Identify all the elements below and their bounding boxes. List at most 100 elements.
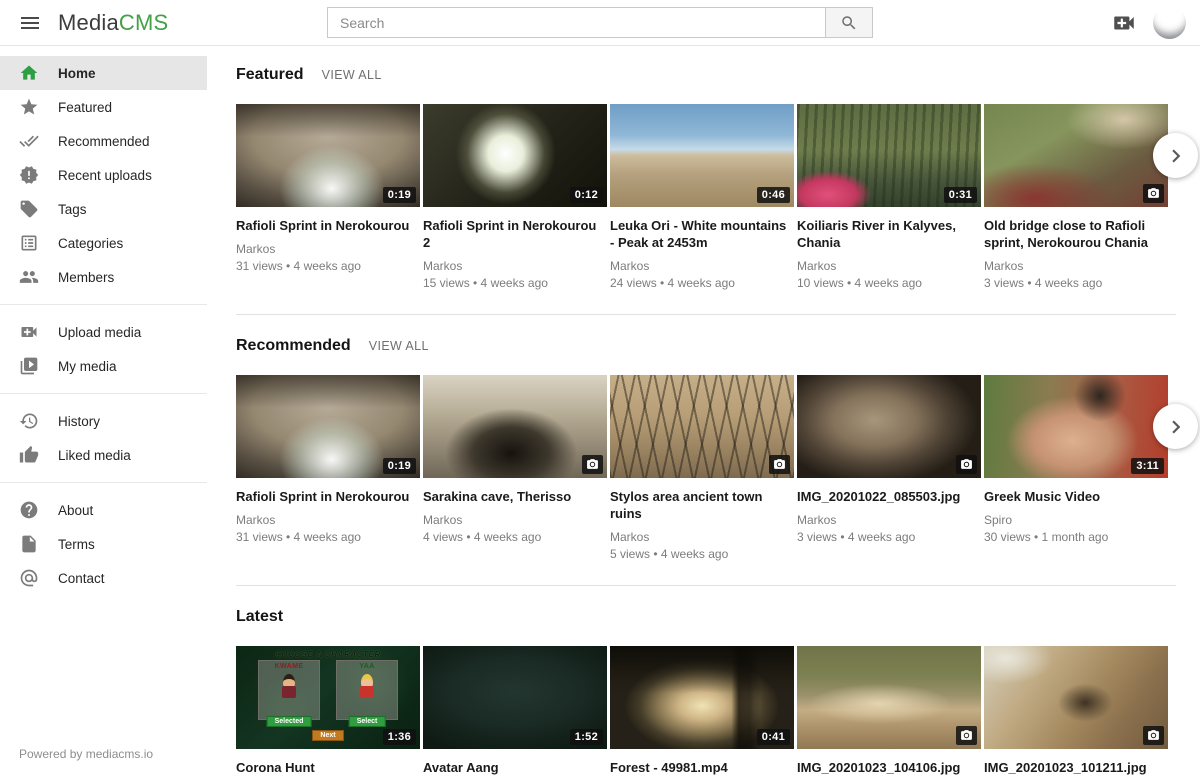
sidebar-nav: HomeFeaturedRecommended Recent uploads Tag…: [0, 56, 207, 595]
media-thumbnail[interactable]: 0:19: [236, 104, 420, 207]
media-card[interactable]: CHOOSE A CHARACTER KWAME Selected YAA Se…: [236, 646, 420, 775]
avatar[interactable]: [1153, 6, 1186, 39]
media-thumbnail[interactable]: [984, 646, 1168, 749]
powered-by-link[interactable]: Powered by mediacms.io: [19, 747, 153, 761]
carousel-next-button[interactable]: [1153, 133, 1198, 178]
media-author[interactable]: Markos: [610, 530, 794, 544]
media-card[interactable]: Sarakina cave, Therisso Markos 4 views •…: [423, 375, 607, 561]
sidebar-item-label: Liked media: [58, 448, 131, 463]
media-thumbnail[interactable]: [797, 375, 981, 478]
sidebar-item-home[interactable]: Home: [0, 56, 207, 90]
sidebar-item-label: Categories: [58, 236, 123, 251]
media-card[interactable]: IMG_20201023_101211.jpg Markos 4 views •…: [984, 646, 1168, 775]
sidebar-item-history[interactable]: History: [0, 404, 207, 438]
media-card[interactable]: Old bridge close to Rafioli sprint, Nero…: [984, 104, 1168, 290]
media-title[interactable]: Old bridge close to Rafioli sprint, Nero…: [984, 217, 1168, 251]
view-all-link[interactable]: VIEW ALL: [369, 339, 429, 353]
media-title[interactable]: IMG_20201023_101211.jpg: [984, 759, 1168, 775]
sidebar-item-label: Recent uploads: [58, 168, 152, 183]
game-character-panel: YAA Select: [336, 660, 398, 720]
media-thumbnail[interactable]: [610, 375, 794, 478]
media-title[interactable]: Sarakina cave, Therisso: [423, 488, 607, 505]
media-author[interactable]: Markos: [610, 259, 794, 273]
upload-video-icon[interactable]: [1111, 10, 1137, 36]
doc-icon: [19, 534, 41, 554]
sidebar-item-members[interactable]: Members: [0, 260, 207, 294]
media-title[interactable]: IMG_20201022_085503.jpg: [797, 488, 981, 505]
search-icon: [840, 14, 858, 32]
media-author[interactable]: Markos: [984, 259, 1168, 273]
camera-icon: [956, 726, 977, 745]
sidebar-item-recommended[interactable]: Recommended: [0, 124, 207, 158]
media-title[interactable]: Leuka Ori - White mountains - Peak at 24…: [610, 217, 794, 251]
sidebar-item-upload-media[interactable]: Upload media: [0, 315, 207, 349]
at-icon: [19, 568, 41, 588]
sidebar-item-recent-uploads[interactable]: Recent uploads: [0, 158, 207, 192]
home-icon: [19, 63, 41, 83]
media-card[interactable]: 0:19 Rafioli Sprint in Nerokourou Markos…: [236, 104, 420, 290]
media-card[interactable]: 0:12 Rafioli Sprint in Nerokourou 2 Mark…: [423, 104, 607, 290]
sidebar-item-contact[interactable]: Contact: [0, 561, 207, 595]
media-thumbnail[interactable]: CHOOSE A CHARACTER KWAME Selected YAA Se…: [236, 646, 420, 749]
media-thumbnail[interactable]: 0:46: [610, 104, 794, 207]
media-meta: 3 views • 4 weeks ago: [984, 276, 1168, 290]
view-all-link[interactable]: VIEW ALL: [322, 68, 382, 82]
search-input[interactable]: [327, 7, 825, 38]
media-card[interactable]: 1:52 Avatar Aang Dickson Jr. 12 views • …: [423, 646, 607, 775]
sidebar-item-liked-media[interactable]: Liked media: [0, 438, 207, 472]
media-meta: 31 views • 4 weeks ago: [236, 530, 420, 544]
media-thumbnail[interactable]: 3:11: [984, 375, 1168, 478]
media-card[interactable]: 0:41 Forest - 49981.mp4 test 17 views • …: [610, 646, 794, 775]
media-card[interactable]: IMG_20201022_085503.jpg Markos 3 views •…: [797, 375, 981, 561]
media-author[interactable]: Markos: [236, 242, 420, 256]
media-card[interactable]: 0:31 Koiliaris River in Kalyves, Chania …: [797, 104, 981, 290]
menu-icon[interactable]: [0, 11, 58, 35]
media-title[interactable]: IMG_20201023_104106.jpg: [797, 759, 981, 775]
media-title[interactable]: Koiliaris River in Kalyves, Chania: [797, 217, 981, 251]
media-thumbnail[interactable]: 0:12: [423, 104, 607, 207]
media-title[interactable]: Forest - 49981.mp4: [610, 759, 794, 775]
media-author[interactable]: Spiro: [984, 513, 1168, 527]
sidebar-item-terms[interactable]: Terms: [0, 527, 207, 561]
media-title[interactable]: Rafioli Sprint in Nerokourou: [236, 217, 420, 234]
media-card[interactable]: 0:19 Rafioli Sprint in Nerokourou Markos…: [236, 375, 420, 561]
sidebar-item-tags[interactable]: Tags: [0, 192, 207, 226]
like-icon: [19, 445, 41, 465]
media-card[interactable]: Stylos area ancient town ruins Markos 5 …: [610, 375, 794, 561]
media-title[interactable]: Rafioli Sprint in Nerokourou: [236, 488, 420, 505]
cat-icon: [19, 233, 41, 253]
media-card[interactable]: 0:46 Leuka Ori - White mountains - Peak …: [610, 104, 794, 290]
sidebar-item-categories[interactable]: Categories: [0, 226, 207, 260]
media-title[interactable]: Corona Hunt: [236, 759, 420, 775]
media-author[interactable]: Markos: [423, 259, 607, 273]
media-author[interactable]: Markos: [423, 513, 607, 527]
sidebar-divider: [0, 482, 207, 483]
media-thumbnail[interactable]: 0:41: [610, 646, 794, 749]
media-title[interactable]: Rafioli Sprint in Nerokourou 2: [423, 217, 607, 251]
section-title: Latest: [236, 608, 283, 626]
media-title[interactable]: Avatar Aang: [423, 759, 607, 775]
app-logo[interactable]: MediaCMS: [58, 10, 168, 36]
help-icon: [19, 500, 41, 520]
media-thumbnail[interactable]: 0:31: [797, 104, 981, 207]
media-author[interactable]: Markos: [797, 259, 981, 273]
media-thumbnail[interactable]: [797, 646, 981, 749]
media-card[interactable]: 3:11 Greek Music Video Spiro 30 views • …: [984, 375, 1168, 561]
sidebar-item-my-media[interactable]: My media: [0, 349, 207, 383]
sidebar-item-about[interactable]: About: [0, 493, 207, 527]
media-thumbnail[interactable]: [984, 104, 1168, 207]
sidebar-item-label: Members: [58, 270, 114, 285]
media-card[interactable]: IMG_20201023_104106.jpg Markos 4 views •…: [797, 646, 981, 775]
media-title[interactable]: Stylos area ancient town ruins: [610, 488, 794, 522]
sidebar-item-featured[interactable]: Featured: [0, 90, 207, 124]
media-thumbnail[interactable]: 1:52: [423, 646, 607, 749]
search-button[interactable]: [825, 7, 873, 38]
media-thumbnail[interactable]: [423, 375, 607, 478]
media-thumbnail[interactable]: 0:19: [236, 375, 420, 478]
media-title[interactable]: Greek Music Video: [984, 488, 1168, 505]
sidebar: HomeFeaturedRecommended Recent uploads Tag…: [0, 46, 207, 775]
media-author[interactable]: Markos: [797, 513, 981, 527]
media-meta: 5 views • 4 weeks ago: [610, 547, 794, 561]
carousel-next-button[interactable]: [1153, 404, 1198, 449]
media-author[interactable]: Markos: [236, 513, 420, 527]
